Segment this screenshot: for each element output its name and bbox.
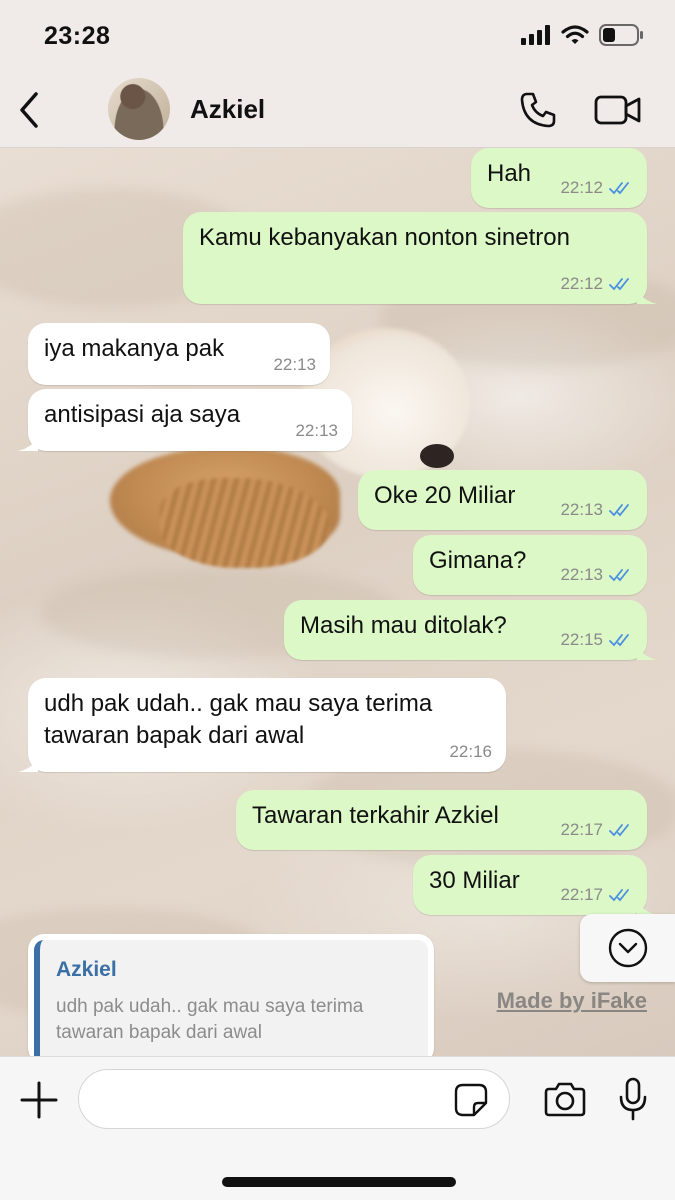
message-time: 22:17 (560, 885, 603, 904)
watermark: Made by iFake (496, 988, 647, 1013)
message-bubble-outgoing[interactable]: Masih mau ditolak? 22:15 (284, 600, 657, 660)
phone-icon[interactable] (518, 90, 558, 130)
signal-icon (521, 25, 550, 45)
message-bubble-outgoing[interactable]: Oke 20 Miliar 22:13 (358, 470, 647, 530)
message-time: 22:15 (560, 630, 603, 649)
wifi-icon (561, 25, 589, 44)
contact-avatar[interactable] (108, 78, 170, 140)
read-receipt-icon (609, 569, 629, 582)
scroll-to-bottom-button[interactable] (580, 914, 675, 982)
home-indicator (222, 1177, 456, 1187)
message-time: 22:12 (560, 274, 603, 293)
message-bubble-incoming[interactable]: iya makanya pak 22:13 (28, 323, 330, 385)
read-receipt-icon (609, 634, 629, 647)
message-time: 22:13 (295, 421, 338, 440)
message-time: 22:13 (273, 355, 316, 374)
composer-bar (0, 1056, 675, 1200)
reply-sender-name: Azkiel (56, 958, 117, 981)
message-text: antisipasi aja saya (44, 401, 241, 428)
chat-header: Azkiel (0, 72, 675, 148)
status-bar: 23:28 (0, 0, 675, 72)
read-receipt-icon (609, 182, 629, 195)
message-bubble-outgoing[interactable]: Hah 22:12 (471, 148, 647, 208)
sticker-icon[interactable] (454, 1083, 488, 1117)
message-time: 22:16 (449, 742, 492, 761)
back-chevron-icon[interactable] (14, 90, 46, 130)
plus-icon[interactable] (20, 1081, 58, 1119)
message-list[interactable]: Hah 22:12 Kamu kebanyakan nonton sinetro… (0, 148, 675, 1056)
microphone-icon[interactable] (618, 1077, 648, 1121)
message-input[interactable] (78, 1069, 510, 1129)
message-text: udh pak udah.. gak mau saya terima tawar… (44, 690, 433, 749)
video-camera-icon[interactable] (594, 94, 642, 126)
message-bubble-outgoing[interactable]: Kamu kebanyakan nonton sinetron 22:12 (183, 212, 657, 304)
chevron-down-circle-icon (608, 928, 647, 968)
message-bubble-outgoing[interactable]: Gimana? 22:13 (413, 535, 647, 595)
battery-icon (599, 24, 643, 46)
reply-preview[interactable]: Azkiel udh pak udah.. gak mau saya terim… (28, 934, 434, 1064)
contact-name[interactable]: Azkiel (190, 94, 265, 125)
message-time: 22:13 (560, 500, 603, 519)
status-time: 23:28 (44, 22, 111, 50)
message-time: 22:13 (560, 565, 603, 584)
message-bubble-incoming[interactable]: udh pak udah.. gak mau saya terima tawar… (18, 678, 506, 772)
read-receipt-icon (609, 889, 629, 902)
read-receipt-icon (609, 824, 629, 837)
reply-quoted-text: udh pak udah.. gak mau saya terima tawar… (56, 996, 364, 1043)
message-bubble-outgoing[interactable]: Tawaran terkahir Azkiel 22:17 (236, 790, 647, 850)
message-time: 22:17 (560, 820, 603, 839)
read-receipt-icon (609, 278, 629, 291)
message-bubble-outgoing[interactable]: 30 Miliar 22:17 (413, 855, 657, 915)
read-receipt-icon (609, 504, 629, 517)
message-time: 22:12 (560, 178, 603, 197)
message-text: Kamu kebanyakan nonton sinetron (199, 224, 570, 251)
message-bubble-incoming[interactable]: antisipasi aja saya 22:13 (18, 389, 352, 451)
camera-icon[interactable] (544, 1081, 586, 1117)
